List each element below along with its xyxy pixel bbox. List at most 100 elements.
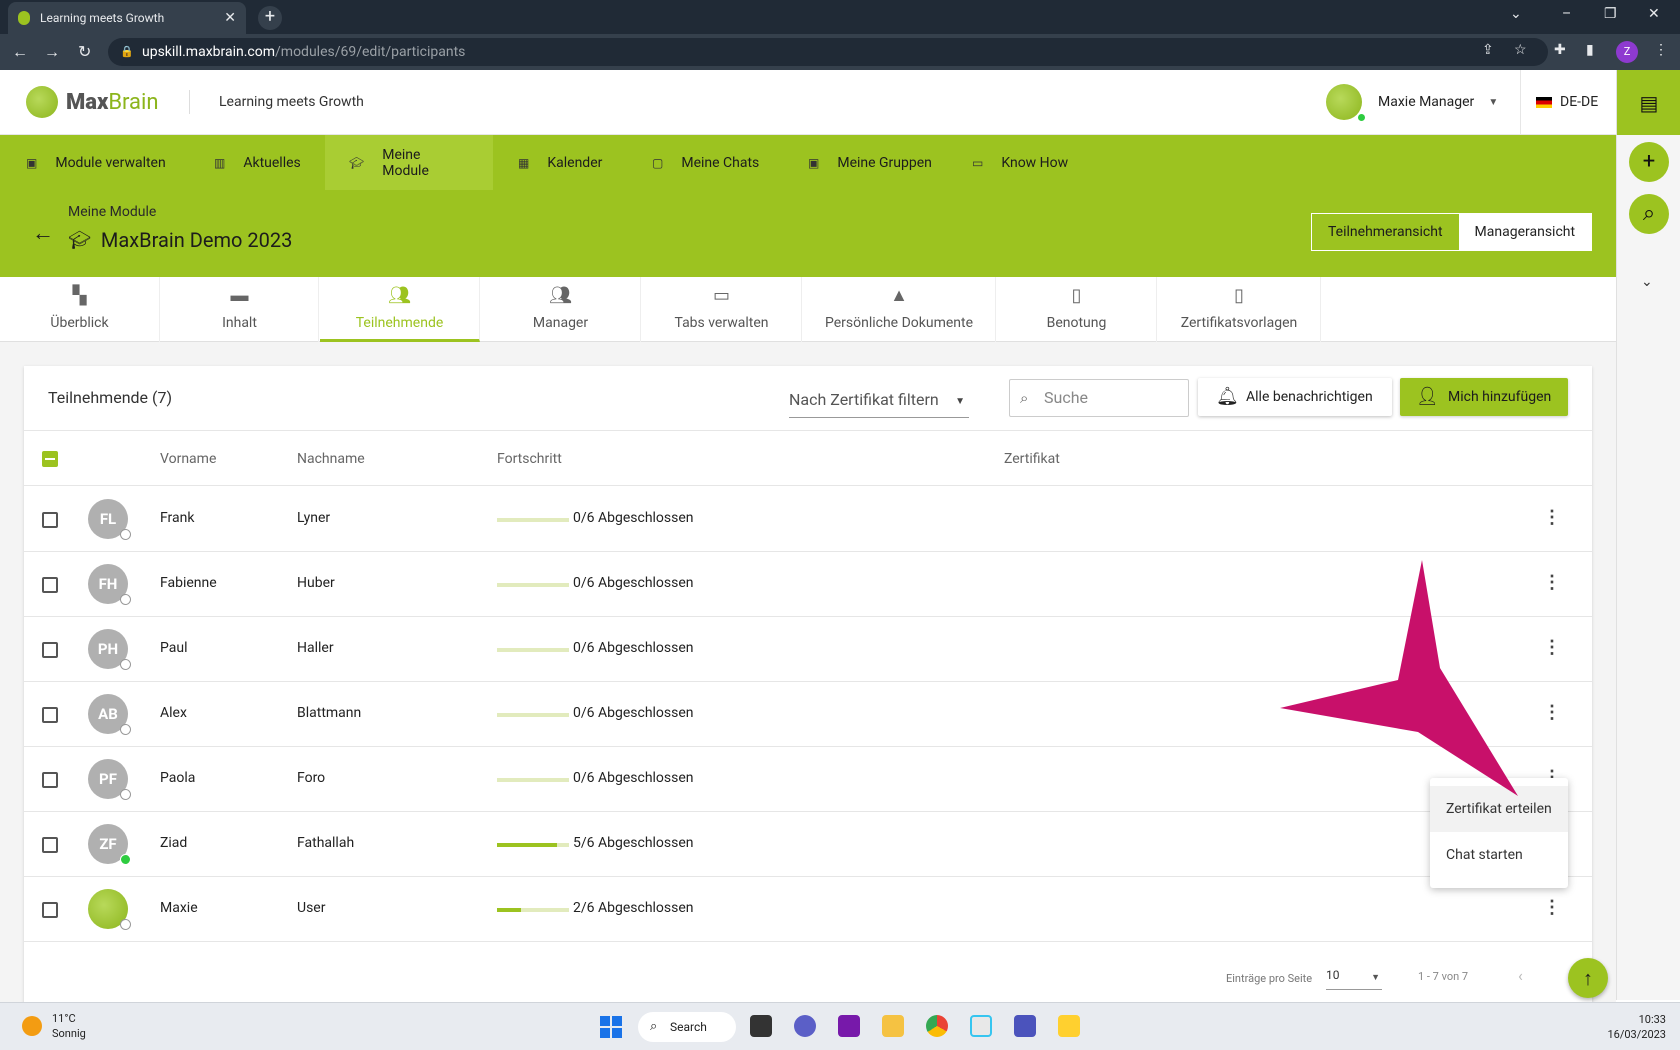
back-arrow-icon[interactable]: ← xyxy=(32,220,54,246)
address-bar[interactable]: 🔒 upskill.maxbrain.com/modules/69/edit/p… xyxy=(108,38,1548,66)
tab-teilnehmende[interactable]: 👥︎ Teilnehmende xyxy=(320,277,480,342)
breadcrumb[interactable]: Meine Module xyxy=(68,204,156,220)
browser-tab[interactable]: Learning meets Growth ✕ xyxy=(8,2,246,34)
more-options-icon[interactable]: ⋮ xyxy=(1543,897,1561,918)
forward-icon[interactable]: → xyxy=(44,42,60,62)
nav-item-meine-chats[interactable]: ▢ Meine Chats xyxy=(652,135,759,190)
tab-label: Teilnehmende xyxy=(355,315,444,331)
user-menu[interactable]: Maxie Manager ▼ xyxy=(1326,84,1498,122)
search-button[interactable]: ⌕ xyxy=(1629,194,1669,234)
onenote-icon[interactable] xyxy=(838,1015,860,1037)
browser-menu-icon[interactable]: ⋮ xyxy=(1654,42,1668,58)
tab-manager[interactable]: 👥︎ Manager xyxy=(481,277,641,342)
progress-bar xyxy=(497,713,569,717)
restore-icon[interactable]: ❐ xyxy=(1604,6,1617,22)
table-row[interactable]: Maxie User 2/6 Abgeschlossen ⋮ xyxy=(24,877,1592,942)
tab-persoenliche-dokumente[interactable]: ▲ Persönliche Dokumente xyxy=(803,277,996,342)
manager-view-button[interactable]: Manageransicht xyxy=(1458,214,1592,250)
chrome-icon[interactable] xyxy=(926,1015,948,1037)
nav-label: Meine Chats xyxy=(681,154,760,171)
nav-item-kalender[interactable]: ▦ Kalender xyxy=(518,135,602,190)
tab-inhalt[interactable]: ▬ Inhalt xyxy=(161,277,319,342)
column-progress: Fortschritt xyxy=(497,451,562,467)
teams-chat-icon[interactable] xyxy=(794,1015,816,1037)
nav-item-module-verwalten[interactable]: ▣ Module verwalten xyxy=(26,135,166,190)
row-checkbox[interactable] xyxy=(42,902,58,918)
participant-view-button[interactable]: Teilnehmeransicht xyxy=(1312,214,1459,250)
caret-down-icon: ▼ xyxy=(1371,973,1380,983)
news-icon: ▥ xyxy=(214,155,226,170)
scroll-to-top-button[interactable]: ↑ xyxy=(1568,958,1608,998)
language-label: DE-DE xyxy=(1560,94,1599,110)
add-me-button[interactable]: 👤︎ Mich hinzufügen xyxy=(1400,378,1568,416)
lock-icon: 🔒 xyxy=(120,45,134,58)
chat-panel-button[interactable]: ▤ xyxy=(1617,70,1680,135)
maxbrain-logo[interactable]: MaxBrain xyxy=(26,86,159,118)
certificate-filter-select[interactable]: Nach Zertifikat filtern ▼ xyxy=(789,390,969,418)
nav-label: Meine Module xyxy=(382,146,429,179)
header-divider xyxy=(1520,70,1521,135)
tab-ueberblick[interactable]: ▚ Überblick xyxy=(0,277,160,342)
bookmark-star-icon[interactable]: ☆ xyxy=(1514,42,1527,58)
row-checkbox[interactable] xyxy=(42,707,58,723)
slack-icon[interactable] xyxy=(970,1015,992,1037)
nav-item-know-how[interactable]: ▭ Know How xyxy=(972,135,1068,190)
more-options-icon[interactable]: ⋮ xyxy=(1543,507,1561,528)
teams-icon[interactable] xyxy=(1014,1015,1036,1037)
row-checkbox[interactable] xyxy=(42,772,58,788)
table-header: Vorname Nachname Fortschritt Zertifikat xyxy=(24,430,1592,486)
more-options-icon[interactable]: ⋮ xyxy=(1543,572,1561,593)
tab-search-icon[interactable]: ⌄ xyxy=(1510,6,1522,22)
chevron-down-icon[interactable]: ⌄ xyxy=(1641,274,1653,290)
page-size-select[interactable]: 10 ▼ xyxy=(1326,968,1382,990)
avatar: FH xyxy=(88,564,131,605)
extensions-icon[interactable]: ✚ xyxy=(1554,42,1566,58)
more-options-icon[interactable]: ⋮ xyxy=(1543,637,1561,658)
reload-icon[interactable]: ↻ xyxy=(78,42,91,61)
new-tab-button[interactable]: + xyxy=(258,6,282,30)
profile-avatar[interactable]: Z xyxy=(1616,41,1638,63)
task-view-icon[interactable] xyxy=(750,1015,772,1037)
back-icon[interactable]: ← xyxy=(12,42,28,62)
system-clock[interactable]: 10:33 16/03/2023 xyxy=(1600,1012,1666,1042)
progress-bar xyxy=(497,778,569,782)
weather-widget[interactable]: 11°C Sonnig xyxy=(22,1011,86,1041)
language-selector[interactable]: DE-DE xyxy=(1536,94,1598,110)
add-button[interactable]: + xyxy=(1629,142,1669,182)
row-checkbox[interactable] xyxy=(42,577,58,593)
notify-all-button[interactable]: 🔔︎ Alle benachrichtigen xyxy=(1198,378,1392,416)
weather-text: 11°C Sonnig xyxy=(52,1012,86,1040)
windows-start-icon[interactable] xyxy=(600,1016,622,1038)
nav-item-meine-gruppen[interactable]: ▣ Meine Gruppen xyxy=(808,135,932,190)
nav-item-meine-module[interactable]: 🎓︎ Meine Module xyxy=(325,135,493,190)
taskbar-search[interactable]: ⌕ Search xyxy=(638,1012,736,1042)
select-all-checkbox[interactable] xyxy=(42,451,58,467)
previous-page-icon[interactable]: ‹ xyxy=(1518,966,1523,985)
progress-text: 0/6 Abgeschlossen xyxy=(573,770,694,786)
search-input[interactable]: ⌕ Suche xyxy=(1009,379,1189,417)
more-options-icon[interactable]: ⋮ xyxy=(1543,702,1561,723)
share-icon[interactable]: ⇪ xyxy=(1482,42,1494,58)
row-checkbox[interactable] xyxy=(42,512,58,528)
table-row[interactable]: ZFZiadFathallah5/6 Abgeschlossen⋮ xyxy=(24,812,1592,877)
tab-tabs-verwalten[interactable]: ▭ Tabs verwalten xyxy=(642,277,802,342)
column-last-name[interactable]: Nachname xyxy=(297,451,365,467)
file-explorer-icon[interactable] xyxy=(882,1015,904,1037)
row-checkbox[interactable] xyxy=(42,642,58,658)
minimize-icon[interactable]: – xyxy=(1562,6,1571,22)
tab-zertifikatsvorlagen[interactable]: ▯ Zertifikatsvorlagen xyxy=(1158,277,1321,342)
module-tabs: ▚ Überblick ▬ Inhalt 👥︎ Teilnehmende 👥︎ Mana… xyxy=(0,277,1616,342)
miro-icon[interactable] xyxy=(1058,1015,1080,1037)
column-first-name[interactable]: Vorname xyxy=(160,451,216,467)
presence-status-icon xyxy=(120,594,131,605)
close-tab-icon[interactable]: ✕ xyxy=(224,10,236,26)
column-certificate: Zertifikat xyxy=(1004,451,1060,467)
table-row[interactable]: FL Frank Lyner 0/6 Abgeschlossen ⋮ xyxy=(24,487,1592,552)
tab-benotung[interactable]: ▯ Benotung xyxy=(997,277,1157,342)
nav-item-aktuelles[interactable]: ▥ Aktuelles xyxy=(214,135,301,190)
row-checkbox[interactable] xyxy=(42,837,58,853)
side-panel-icon[interactable]: ▮ xyxy=(1586,42,1594,58)
presence-status-icon xyxy=(120,529,131,540)
menu-item-start-chat[interactable]: Chat starten xyxy=(1430,832,1568,878)
close-window-icon[interactable]: ✕ xyxy=(1648,6,1660,22)
